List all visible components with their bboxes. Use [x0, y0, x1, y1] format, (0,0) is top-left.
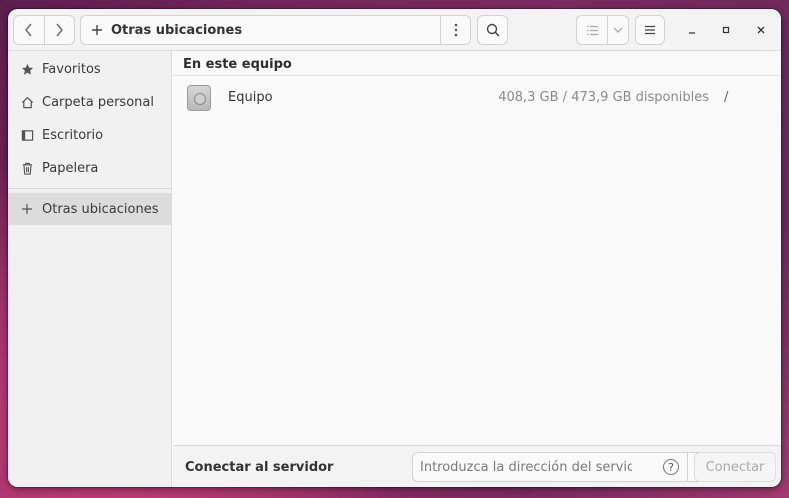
list-view-icon: [586, 25, 598, 35]
sidebar-item-label: Carpeta personal: [42, 94, 154, 110]
server-address-field: ?: [412, 452, 688, 482]
back-button[interactable]: [14, 16, 44, 44]
search-icon: [486, 23, 500, 37]
chevron-left-icon: [25, 23, 32, 37]
sidebar-item-label: Favoritos: [42, 61, 101, 77]
sidebar-item-carpeta-personal[interactable]: Carpeta personal: [8, 86, 172, 118]
plus-icon: [92, 25, 102, 35]
minimize-button[interactable]: [682, 20, 702, 40]
sidebar-separator: [8, 188, 172, 189]
view-options-dropdown[interactable]: [607, 16, 628, 44]
vertical-dots-icon: [454, 23, 457, 37]
files-window: Otras ubicaciones Favoritos Carpeta pers…: [8, 9, 781, 487]
sidebar-item-label: Papelera: [42, 160, 99, 176]
maximize-button[interactable]: [716, 20, 736, 40]
breadcrumb[interactable]: Otras ubicaciones: [81, 23, 440, 38]
location-name: Equipo: [228, 90, 273, 105]
location-menu-button[interactable]: [440, 16, 470, 44]
connect-bar: Conectar al servidor ? Conectar: [173, 445, 781, 487]
list-item[interactable]: Equipo 408,3 GB / 473,9 GB disponibles /: [173, 81, 781, 115]
sidebar-item-otras-ubicaciones[interactable]: Otras ubicaciones: [8, 193, 172, 225]
close-button[interactable]: [751, 20, 771, 40]
hard-drive-icon: [187, 85, 211, 111]
minimize-icon: [689, 32, 695, 34]
list-view-button[interactable]: [577, 16, 607, 44]
search-button[interactable]: [477, 15, 508, 45]
connect-label: Conectar al servidor: [185, 460, 334, 475]
maximize-icon: [722, 26, 730, 34]
sidebar-item-label: Escritorio: [42, 127, 104, 143]
sidebar-item-papelera[interactable]: Papelera: [8, 152, 172, 184]
breadcrumb-label: Otras ubicaciones: [111, 22, 243, 38]
chevron-right-icon: [56, 23, 64, 37]
sidebar-item-escritorio[interactable]: Escritorio: [8, 119, 172, 151]
view-toggle-group: [576, 15, 629, 45]
sidebar-item-label: Otras ubicaciones: [42, 201, 159, 217]
chevron-down-icon: [613, 27, 623, 33]
path-bar[interactable]: Otras ubicaciones: [80, 15, 471, 45]
close-icon: [757, 26, 765, 34]
disk-space: 408,3 GB / 473,9 GB disponibles: [498, 90, 709, 105]
connect-button[interactable]: Conectar: [694, 452, 776, 482]
navigation-buttons: [13, 15, 75, 45]
server-address-input[interactable]: [420, 459, 632, 475]
forward-button[interactable]: [43, 16, 74, 44]
sidebar-item-favoritos[interactable]: Favoritos: [8, 53, 172, 85]
section-divider: [173, 75, 781, 76]
sidebar: Favoritos Carpeta personal Escritorio Pa…: [8, 51, 172, 487]
main-menu-button[interactable]: [635, 15, 665, 45]
desktop-icon: [20, 128, 34, 142]
main-content: En este equipo Equipo 408,3 GB / 473,9 G…: [173, 51, 781, 445]
star-icon: [20, 62, 34, 76]
header-bar: Otras ubicaciones: [8, 9, 781, 51]
help-icon[interactable]: ?: [663, 459, 679, 475]
plus-icon: [20, 202, 34, 216]
section-title: En este equipo: [183, 57, 292, 72]
mount-point: /: [724, 90, 729, 105]
home-icon: [20, 95, 34, 109]
hamburger-icon: [645, 25, 655, 35]
trash-icon: [20, 161, 34, 175]
